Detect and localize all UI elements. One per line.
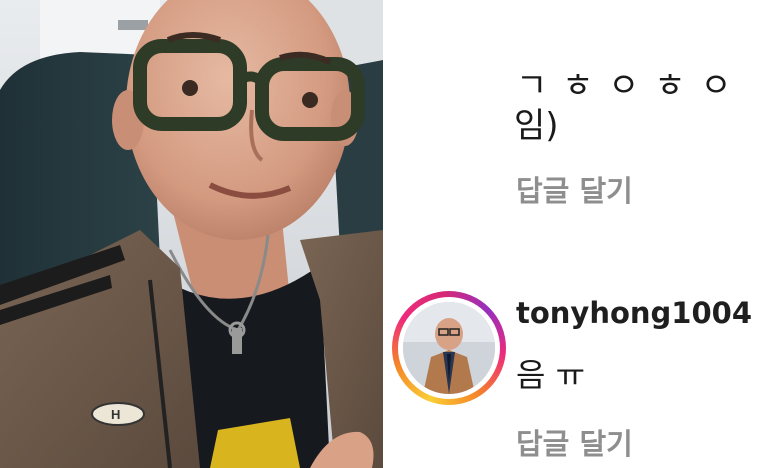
comment-text: 음 ㅠ [516,356,586,394]
svg-text:H: H [111,407,120,422]
previous-reply-button[interactable]: 답글 달기 [516,168,633,210]
avatar-ring-gap [398,297,500,399]
comment-username[interactable]: tonyhong1004 [516,296,752,330]
reply-button[interactable]: 답글 달기 [516,421,633,463]
comments-panel: ㄱ ㅎ ㅇ ㅎ ㅇ 임) 답글 달기 tonyhong1004 음 ㅠ 답글 달… [386,0,768,468]
profile-avatar-icon [403,302,495,394]
previous-comment-text: 임) [514,106,559,146]
profile-avatar[interactable] [392,291,506,405]
selfie-photo: H [0,0,383,468]
